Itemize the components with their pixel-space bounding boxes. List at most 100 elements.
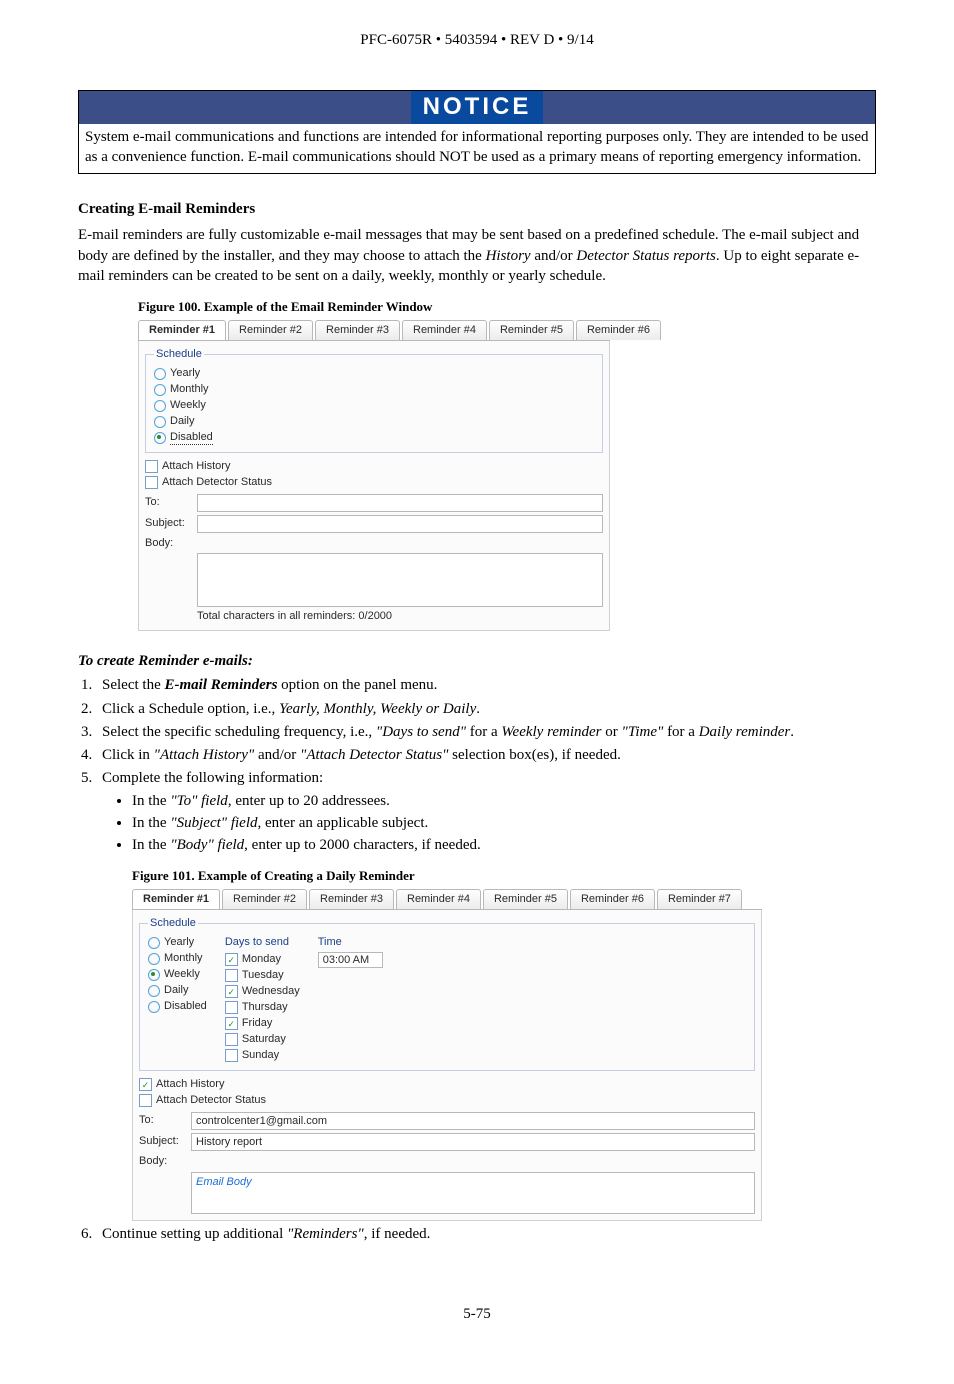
checkbox-label: Tuesday: [242, 968, 284, 983]
notice-box: NOTICE System e-mail communications and …: [78, 90, 876, 174]
attach-history-checkbox[interactable]: Attach History: [145, 459, 603, 475]
tab-reminder-3[interactable]: Reminder #3: [315, 320, 400, 340]
checkbox-label: Attach Detector Status: [156, 1093, 266, 1108]
checkbox-icon: [225, 1033, 238, 1046]
subject-row: Subject:: [145, 515, 603, 533]
attach-history-checkbox[interactable]: ✓Attach History: [139, 1077, 755, 1093]
step-emphasis: "Days to send": [376, 724, 466, 740]
body-label: Body:: [145, 536, 191, 551]
radio-weekly[interactable]: Weekly: [154, 398, 594, 414]
to-input[interactable]: [197, 494, 603, 512]
tab-reminder-1[interactable]: Reminder #1: [132, 889, 220, 909]
radio-yearly[interactable]: Yearly: [148, 935, 207, 951]
tab-reminder-6[interactable]: Reminder #6: [576, 320, 661, 340]
day-saturday[interactable]: Saturday: [225, 1032, 300, 1048]
step-text: Continue setting up additional: [102, 1226, 287, 1242]
tab-reminder-4[interactable]: Reminder #4: [396, 889, 481, 909]
subject-input[interactable]: [197, 515, 603, 533]
day-monday[interactable]: ✓Monday: [225, 952, 300, 968]
radio-disabled[interactable]: Disabled: [154, 430, 594, 446]
tab-reminder-5[interactable]: Reminder #5: [483, 889, 568, 909]
radio-weekly[interactable]: Weekly: [148, 967, 207, 983]
day-wednesday[interactable]: ✓ Wednesday: [225, 984, 300, 1000]
tab-reminder-3[interactable]: Reminder #3: [309, 889, 394, 909]
intro-detector: Detector Status reports: [576, 248, 715, 264]
body-input[interactable]: Email Body: [191, 1172, 755, 1214]
checkbox-icon: [225, 969, 238, 982]
tab-reminder-5[interactable]: Reminder #5: [489, 320, 574, 340]
figure-100-window: Reminder #1 Reminder #2 Reminder #3 Remi…: [138, 320, 610, 632]
body-input[interactable]: [197, 553, 603, 607]
section-heading: Creating E-mail Reminders: [78, 199, 876, 219]
radio-label: Daily: [164, 983, 188, 998]
checkbox-label: Wednesday: [242, 984, 300, 999]
tab-reminder-2[interactable]: Reminder #2: [228, 320, 313, 340]
char-count: Total characters in all reminders: 0/200…: [197, 609, 603, 624]
attach-detector-checkbox[interactable]: Attach Detector Status: [145, 475, 603, 491]
figure-101-caption: Figure 101. Example of Creating a Daily …: [132, 867, 876, 885]
day-tuesday[interactable]: Tuesday: [225, 968, 300, 984]
subject-label: Subject:: [145, 516, 191, 531]
bullet-emphasis: "Subject" field: [170, 815, 257, 831]
radio-yearly[interactable]: Yearly: [154, 366, 594, 382]
bullet-subject: In the "Subject" field, enter an applica…: [132, 813, 876, 833]
time-input[interactable]: 03:00 AM: [318, 952, 383, 968]
schedule-legend: Schedule: [154, 347, 204, 362]
body-label: Body:: [139, 1154, 185, 1169]
bullet-text: , enter an applicable subject.: [258, 815, 429, 831]
notice-title: NOTICE: [411, 91, 543, 123]
tab-reminder-7[interactable]: Reminder #7: [657, 889, 742, 909]
radio-icon: [148, 1001, 160, 1013]
step-text: Click a Schedule option, i.e.,: [102, 701, 279, 717]
intro-text: and/or: [531, 248, 577, 264]
step-emphasis: "Attach Detector Status": [300, 747, 448, 763]
step-text: .: [476, 701, 480, 717]
radio-icon: [154, 400, 166, 412]
checkbox-icon: [139, 1094, 152, 1107]
checkbox-icon: [145, 476, 158, 489]
tab-reminder-6[interactable]: Reminder #6: [570, 889, 655, 909]
to-input[interactable]: controlcenter1@gmail.com: [191, 1112, 755, 1130]
radio-label: Yearly: [170, 366, 200, 381]
attach-detector-checkbox[interactable]: Attach Detector Status: [139, 1093, 755, 1109]
bullet-text: In the: [132, 837, 170, 853]
radio-daily[interactable]: Daily: [154, 414, 594, 430]
figure-101-window: Reminder #1 Reminder #2 Reminder #3 Remi…: [132, 889, 762, 1221]
to-label: To:: [145, 495, 191, 510]
reminder-tabs: Reminder #1 Reminder #2 Reminder #3 Remi…: [138, 320, 610, 341]
day-thursday[interactable]: Thursday: [225, 1000, 300, 1016]
radio-icon: [148, 969, 160, 981]
day-sunday[interactable]: Sunday: [225, 1048, 300, 1064]
to-label: To:: [139, 1113, 185, 1128]
tab-reminder-2[interactable]: Reminder #2: [222, 889, 307, 909]
step-6: Continue setting up additional "Reminder…: [96, 1224, 876, 1244]
radio-monthly[interactable]: Monthly: [154, 382, 594, 398]
page-header: PFC-6075R • 5403594 • REV D • 9/14: [78, 30, 876, 50]
schedule-legend: Schedule: [148, 916, 198, 931]
days-head: Days to send: [225, 935, 300, 950]
bullet-list: In the "To" field, enter up to 20 addres…: [132, 791, 876, 856]
steps-list: Select the E-mail Reminders option on th…: [96, 675, 876, 1243]
radio-disabled[interactable]: Disabled: [148, 999, 207, 1015]
radio-icon: [154, 368, 166, 380]
checkbox-icon: ✓: [225, 1017, 238, 1030]
radio-label: Disabled: [170, 430, 213, 446]
checkbox-label: Thursday: [242, 1000, 288, 1015]
radio-monthly[interactable]: Monthly: [148, 951, 207, 967]
bullet-to: In the "To" field, enter up to 20 addres…: [132, 791, 876, 811]
day-friday[interactable]: ✓Friday: [225, 1016, 300, 1032]
radio-daily[interactable]: Daily: [148, 983, 207, 999]
radio-icon: [148, 985, 160, 997]
step-text: Click in: [102, 747, 154, 763]
tab-reminder-1[interactable]: Reminder #1: [138, 320, 226, 340]
step-text: .: [790, 724, 794, 740]
checkbox-icon: ✓: [225, 985, 238, 998]
tab-reminder-4[interactable]: Reminder #4: [402, 320, 487, 340]
step-3: Select the specific scheduling frequency…: [96, 722, 876, 742]
subject-input[interactable]: History report: [191, 1133, 755, 1151]
bullet-emphasis: "To" field: [170, 793, 227, 809]
radio-label: Daily: [170, 414, 194, 429]
step-2: Click a Schedule option, i.e., Yearly, M…: [96, 699, 876, 719]
step-text: for a: [466, 724, 501, 740]
radio-icon: [148, 953, 160, 965]
